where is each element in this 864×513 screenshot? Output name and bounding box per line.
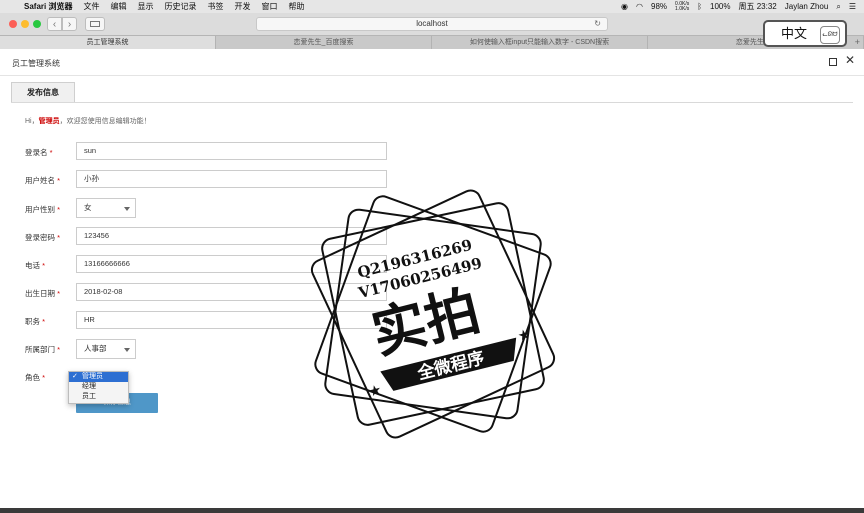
required-mark: * (42, 261, 46, 270)
menu-help[interactable]: 帮助 (288, 1, 304, 12)
welcome-user: 管理员 (38, 118, 60, 125)
birthday-label: 出生日期 * (25, 288, 60, 299)
role-option-label: 员工 (82, 393, 96, 400)
record-icon[interactable]: ◉ (621, 2, 628, 11)
page-content: 员工管理系统 ✕ 发布信息 Hi，管理员，欢迎您使用信息编辑功能！ 登录名 * … (0, 49, 864, 508)
user-name-input[interactable]: 小孙 (76, 170, 387, 188)
position-label-text: 职务 (25, 317, 40, 326)
password-label: 登录密码 * (25, 232, 60, 243)
tab-bar: 员工管理系统 恋爱先生_百度搜索 如何使输入框input只能输入数字 - CSD… (0, 35, 864, 49)
tab-publish-info[interactable]: 发布信息 (11, 82, 75, 102)
user-name-label-text: 用户姓名 (25, 176, 55, 185)
phone-label: 电话 * (25, 260, 45, 271)
close-icon[interactable]: ✕ (845, 54, 855, 66)
menu-window[interactable]: 窗口 (261, 1, 277, 12)
volume-percent[interactable]: 100% (710, 2, 730, 11)
menu-bookmarks[interactable]: 书签 (207, 1, 223, 12)
required-mark: * (42, 317, 46, 326)
close-window-button[interactable] (9, 20, 17, 28)
bluetooth-icon[interactable]: ᛒ (697, 2, 702, 11)
role-label: 角色 * (25, 372, 45, 383)
star-icon: ★ (367, 381, 383, 400)
welcome-message: Hi，管理员，欢迎您使用信息编辑功能！ (25, 116, 151, 126)
department-value: 人事部 (84, 344, 107, 353)
page-header (0, 49, 864, 76)
required-mark: * (57, 205, 61, 214)
login-name-label-text: 登录名 (25, 148, 48, 157)
gender-label-text: 用户性别 (25, 205, 55, 214)
menu-edit[interactable]: 编辑 (110, 1, 126, 12)
phone-label-text: 电话 (25, 261, 40, 270)
user-name-label: 用户姓名 * (25, 175, 60, 186)
welcome-suffix: ，欢迎您使用信息编辑功能！ (59, 118, 151, 125)
fullscreen-window-button[interactable] (33, 20, 41, 28)
list-icon[interactable]: ☰ (849, 2, 856, 11)
department-select[interactable]: 人事部 (76, 339, 136, 359)
menu-view[interactable]: 显示 (137, 1, 153, 12)
dock-edge (0, 508, 864, 513)
sidebar-toggle-button[interactable] (85, 17, 105, 31)
role-option-label: 经理 (82, 383, 96, 390)
browser-toolbar: ‹ › localhost ↻ (0, 13, 864, 35)
role-option-admin[interactable]: ✓ 管理员 (69, 372, 128, 382)
menu-app-name[interactable]: Safari 浏览器 (24, 1, 72, 12)
ime-label: 中文 (781, 26, 808, 41)
required-mark: * (42, 373, 46, 382)
check-icon: ✓ (72, 373, 78, 380)
menu-bar: Safari 浏览器 文件 编辑 显示 历史记录 书签 开发 窗口 帮助 ◉ ◠… (0, 0, 864, 13)
minimize-window-button[interactable] (21, 20, 29, 28)
network-down: 1.0K/s (675, 5, 690, 12)
user-name[interactable]: Jaylan Zhou (785, 2, 829, 11)
role-label-text: 角色 (25, 373, 40, 382)
role-dropdown[interactable]: ✓ 管理员 经理 员工 (68, 371, 129, 404)
required-mark: * (57, 345, 61, 354)
new-tab-button[interactable]: + (855, 36, 860, 49)
reload-icon[interactable]: ↻ (594, 18, 601, 30)
address-text: localhost (416, 19, 448, 28)
gender-value: 女 (84, 203, 92, 212)
login-name-label: 登录名 * (25, 147, 53, 158)
menu-develop[interactable]: 开发 (234, 1, 250, 12)
search-icon[interactable]: ⌕ (836, 2, 840, 12)
role-option-label: 管理员 (82, 373, 103, 380)
required-mark: * (57, 289, 61, 298)
tab-divider (11, 102, 853, 103)
sidebar-icon (90, 21, 100, 27)
menu-file[interactable]: 文件 (83, 1, 99, 12)
chevron-down-icon (124, 207, 130, 211)
department-label-text: 所属部门 (25, 345, 55, 354)
battery-percent[interactable]: 98% (651, 2, 667, 11)
system-title: 员工管理系统 (12, 59, 60, 68)
required-mark: * (57, 176, 61, 185)
wifi-icon[interactable]: ◠ (636, 2, 643, 11)
tab-csdn-search[interactable]: 如何使输入框input只能输入数字 - CSDN搜索 (432, 36, 648, 49)
menu-history[interactable]: 历史记录 (164, 1, 196, 12)
restore-window-icon[interactable] (829, 58, 837, 66)
required-mark: * (49, 148, 53, 157)
cat-icon: ᓚᘏᗢ (820, 26, 840, 44)
login-name-input[interactable]: sun (76, 142, 387, 160)
gender-label: 用户性别 * (25, 204, 60, 215)
role-option-employee[interactable]: 员工 (69, 392, 128, 402)
password-label-text: 登录密码 (25, 233, 55, 242)
gender-select[interactable]: 女 (76, 198, 136, 218)
welcome-prefix: Hi， (25, 118, 39, 125)
tab-baidu-search[interactable]: 恋爱先生_百度搜索 (216, 36, 432, 49)
input-method-indicator[interactable]: 中文 ᓚᘏᗢ (763, 20, 847, 47)
stamp-watermark: Q2196316269 V17060256499 实拍 全微程序 ★ ★ (310, 189, 556, 439)
birthday-label-text: 出生日期 (25, 289, 55, 298)
clock[interactable]: 周五 23:32 (739, 1, 777, 12)
role-option-manager[interactable]: 经理 (69, 382, 128, 392)
position-label: 职务 * (25, 316, 45, 327)
tab-employee-system[interactable]: 员工管理系统 (0, 36, 216, 49)
network-speed: 0.0K/s 1.0K/s (675, 1, 690, 12)
back-button[interactable]: ‹ (47, 17, 62, 31)
required-mark: * (57, 233, 61, 242)
forward-button[interactable]: › (62, 17, 77, 31)
chevron-down-icon (124, 348, 130, 352)
address-bar[interactable]: localhost ↻ (256, 17, 608, 31)
department-label: 所属部门 * (25, 344, 60, 355)
status-area: ◉ ◠ 98% 0.0K/s 1.0K/s ᛒ 100% 周五 23:32 Ja… (613, 0, 856, 13)
